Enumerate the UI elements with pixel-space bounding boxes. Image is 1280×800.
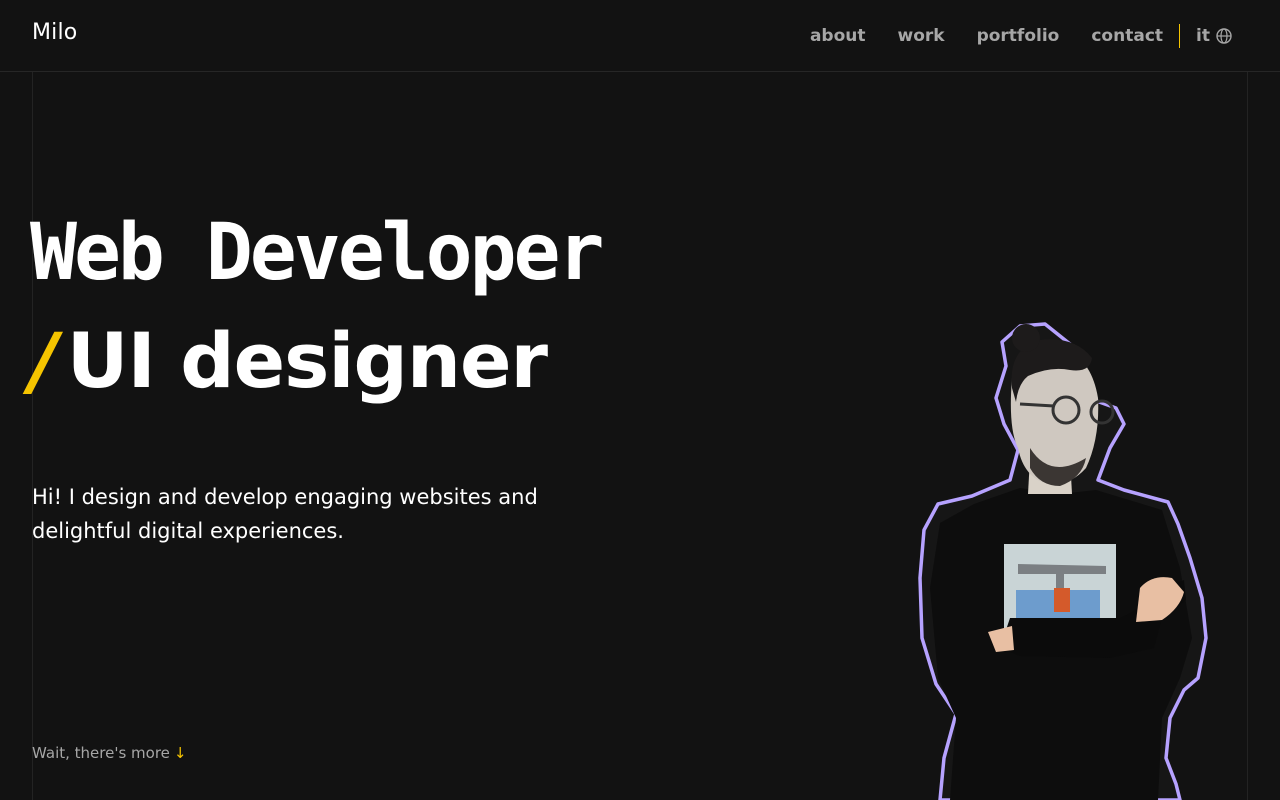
hero-title-line2-text: UI designer	[66, 316, 548, 405]
nav-work[interactable]: work	[898, 26, 945, 46]
site-logo[interactable]: Milo	[32, 20, 77, 45]
nav-about[interactable]: about	[810, 26, 866, 46]
site-header: Milo about work portfolio contact it	[0, 0, 1280, 72]
right-guide-line	[1247, 72, 1248, 800]
left-guide-line	[32, 72, 33, 800]
language-label: it	[1196, 25, 1210, 46]
hero-title-line1: Web Developer	[30, 208, 604, 298]
arrow-down-icon: ↓	[173, 744, 187, 762]
page: Milo about work portfolio contact it Web…	[0, 0, 1280, 800]
portrait-illustration	[918, 322, 1208, 800]
hero-title-line2: / UI designer	[30, 316, 548, 405]
language-switcher[interactable]: it	[1196, 26, 1232, 46]
globe-icon	[1216, 27, 1232, 44]
scroll-more-label: Wait, there's more	[32, 744, 170, 762]
main-nav: about work portfolio contact it	[810, 0, 1232, 71]
nav-divider	[1179, 23, 1181, 48]
nav-portfolio[interactable]: portfolio	[977, 26, 1060, 46]
hero-intro: Hi! I design and develop engaging websit…	[32, 485, 538, 543]
nav-contact[interactable]: contact	[1091, 26, 1163, 46]
scroll-more-link[interactable]: Wait, there's more ↓	[32, 744, 186, 762]
accent-slash: /	[30, 316, 58, 405]
